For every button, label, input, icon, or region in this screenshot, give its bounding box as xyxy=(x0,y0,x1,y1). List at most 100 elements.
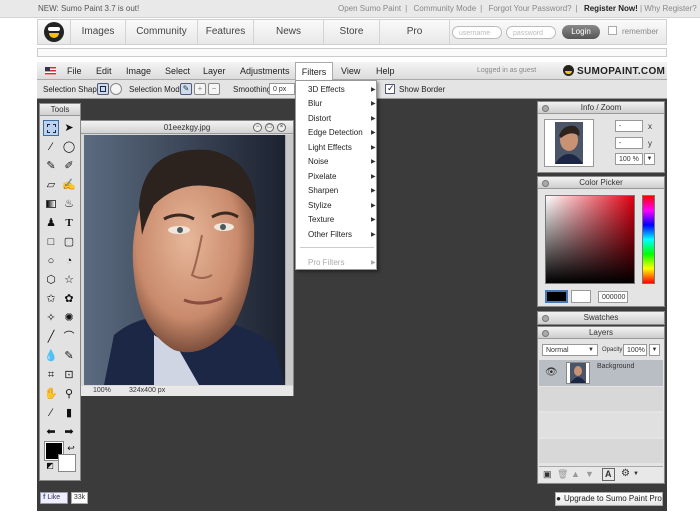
collapse-icon[interactable] xyxy=(542,105,549,112)
filter-texture[interactable]: Texture xyxy=(308,215,334,224)
text-tool-icon[interactable]: T xyxy=(61,215,77,231)
register-now-link[interactable]: Register Now! xyxy=(584,4,638,13)
hex-color-input[interactable]: 000000 xyxy=(598,291,628,303)
image-canvas[interactable] xyxy=(84,135,285,385)
swatches-title[interactable]: Swatches xyxy=(538,312,664,324)
menu-layer[interactable]: Layer xyxy=(199,62,230,80)
add-mode-icon[interactable]: + xyxy=(194,83,206,95)
collapse-icon[interactable] xyxy=(542,180,549,187)
background-color-well[interactable] xyxy=(571,290,591,303)
menu-adjustments[interactable]: Adjustments xyxy=(236,62,294,80)
layer-row[interactable]: 👁 Background xyxy=(539,360,663,386)
community-mode-link[interactable]: Community Mode xyxy=(413,4,476,13)
crop-tool-icon[interactable]: ⌗ xyxy=(43,367,59,383)
pencil-mode-icon[interactable]: ✎ xyxy=(180,83,192,95)
visibility-eye-icon[interactable]: 👁 xyxy=(545,367,558,378)
maximize-icon[interactable]: □ xyxy=(265,123,274,132)
redo-arrow-icon[interactable]: ➡ xyxy=(61,424,77,440)
nav-tab-pro[interactable]: Pro xyxy=(380,20,450,44)
checkbox-icon[interactable] xyxy=(608,26,617,35)
swap-colors-icon[interactable]: ↩ xyxy=(63,440,79,456)
default-colors-icon[interactable]: ◩ xyxy=(42,458,58,474)
nav-tab-news[interactable]: News xyxy=(254,20,324,44)
filter-distort[interactable]: Distort xyxy=(308,114,331,123)
partial-circle-tool-icon[interactable]: ◔ xyxy=(61,253,77,269)
opacity-input[interactable]: 100% xyxy=(623,344,647,356)
custom-shape-tool-icon[interactable]: ✧ xyxy=(43,310,59,326)
undo-arrow-icon[interactable]: ⬅ xyxy=(43,424,59,440)
zoom-dropdown-icon[interactable]: ▼ xyxy=(644,153,655,165)
info-zoom-title[interactable]: Info / Zoom xyxy=(538,102,664,114)
collapse-icon[interactable] xyxy=(542,330,549,337)
blur-tool-icon[interactable]: 💧 xyxy=(43,348,59,364)
hue-slider[interactable] xyxy=(642,195,655,284)
filter-light-effects[interactable]: Light Effects xyxy=(308,143,352,152)
star-tool-icon[interactable]: ☆ xyxy=(61,272,77,288)
new-layer-icon[interactable]: ▣ xyxy=(543,469,552,480)
menu-view[interactable]: View xyxy=(337,62,364,80)
eraser-tool-icon[interactable]: ▱ xyxy=(43,177,59,193)
nav-tab-features[interactable]: Features xyxy=(198,20,254,44)
marquee-tool-icon[interactable] xyxy=(43,120,59,136)
upgrade-button[interactable]: ● Upgrade to Sumo Paint Pro xyxy=(555,492,663,506)
line-tool-icon[interactable]: ╱ xyxy=(43,329,59,345)
nav-tab-images[interactable]: Images xyxy=(70,20,126,44)
gradient-tool-icon[interactable] xyxy=(43,196,59,212)
vertical-scrollbar[interactable] xyxy=(285,135,293,385)
ruler-tool-icon[interactable]: ▮ xyxy=(61,405,77,421)
lasso-tool-icon[interactable]: ◯ xyxy=(61,139,77,155)
menu-file[interactable]: File xyxy=(63,62,86,80)
rounded-rect-tool-icon[interactable]: ▢ xyxy=(61,234,77,250)
eyedropper-tool-icon[interactable]: ⁄ xyxy=(43,139,59,155)
layer-style-icon[interactable]: A xyxy=(602,468,615,481)
language-flag-icon[interactable] xyxy=(45,67,56,75)
minimize-icon[interactable]: − xyxy=(253,123,262,132)
menu-filters[interactable]: Filters xyxy=(295,62,333,80)
smudge-tool-icon[interactable]: ✍ xyxy=(61,177,77,193)
filter-pixelate[interactable]: Pixelate xyxy=(308,172,336,181)
filter-edge-detection[interactable]: Edge Detection xyxy=(308,128,363,137)
delete-layer-icon[interactable]: 🗑 xyxy=(557,469,568,480)
layer-name[interactable]: Background xyxy=(597,363,634,370)
nav-tab-store[interactable]: Store xyxy=(324,20,380,44)
opacity-dropdown-icon[interactable]: ▼ xyxy=(649,344,660,356)
y-coordinate-input[interactable]: - xyxy=(615,137,643,149)
document-window[interactable]: 01eezkgy.jpg − □ × 100% 324x400 px xyxy=(80,120,294,396)
fill-bucket-tool-icon[interactable]: ♨ xyxy=(61,196,77,212)
layers-title[interactable]: Layers xyxy=(538,327,664,339)
hand-tool-icon[interactable]: ✋ xyxy=(43,386,59,402)
filter-noise[interactable]: Noise xyxy=(308,157,328,166)
menu-edit[interactable]: Edit xyxy=(92,62,116,80)
move-tool-icon[interactable]: ➤ xyxy=(61,120,77,136)
subtract-mode-icon[interactable]: − xyxy=(208,83,220,95)
zoom-tool-icon[interactable]: ⚲ xyxy=(61,386,77,402)
polygon-tool-icon[interactable]: ⬡ xyxy=(43,272,59,288)
menu-image[interactable]: Image xyxy=(122,62,155,80)
pencil-tool-icon[interactable]: ✎ xyxy=(43,158,59,174)
ellipse-tool-icon[interactable]: ○ xyxy=(43,253,59,269)
filter-blur[interactable]: Blur xyxy=(308,99,322,108)
color-picker-title[interactable]: Color Picker xyxy=(538,177,664,189)
open-sumo-paint-link[interactable]: Open Sumo Paint xyxy=(338,4,401,13)
username-input[interactable]: username xyxy=(452,26,502,39)
collapse-icon[interactable] xyxy=(542,315,549,322)
rectangle-shape-icon[interactable] xyxy=(97,83,109,95)
menu-help[interactable]: Help xyxy=(372,62,399,80)
ellipse-shape-icon[interactable] xyxy=(110,83,122,95)
foreground-color-well[interactable] xyxy=(545,290,568,303)
news-announcement[interactable]: NEW: Sumo Paint 3.7 is out! xyxy=(38,4,139,13)
clone-stamp-tool-icon[interactable]: ♟ xyxy=(43,215,59,231)
blend-mode-select[interactable]: Normal ▼ xyxy=(542,344,598,356)
nav-tab-community[interactable]: Community xyxy=(126,20,198,44)
burst-tool-icon[interactable]: ✩ xyxy=(43,291,59,307)
why-register-link[interactable]: | Why Register? xyxy=(640,4,697,13)
transform-tool-icon[interactable]: ⊡ xyxy=(61,367,77,383)
background-color-swatch[interactable] xyxy=(58,454,76,472)
brush-tool-icon[interactable]: ✐ xyxy=(61,158,77,174)
layer-settings-gear-icon[interactable]: ⚙ xyxy=(621,468,630,479)
navigator-thumbnail[interactable] xyxy=(544,119,594,167)
filter-3d-effects[interactable]: 3D Effects xyxy=(308,85,345,94)
saturation-brightness-field[interactable] xyxy=(545,195,635,284)
facebook-like-button[interactable]: f Like xyxy=(40,492,68,504)
rectangle-tool-icon[interactable]: □ xyxy=(43,234,59,250)
